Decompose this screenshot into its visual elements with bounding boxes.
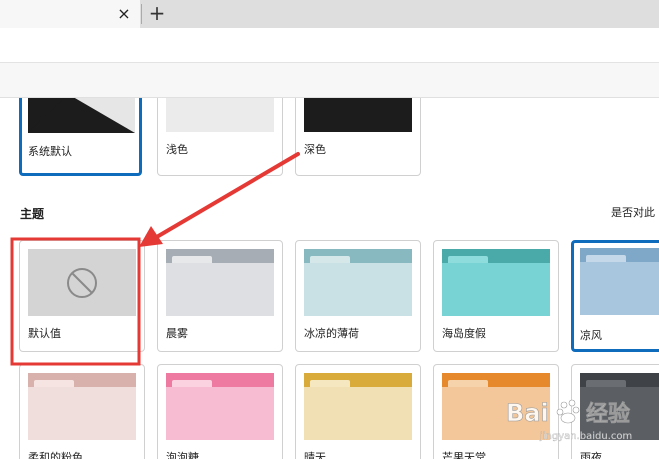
tab-separator <box>141 4 142 24</box>
appearance-card-dark[interactable]: 深色 <box>295 98 421 176</box>
theme-folder-preview <box>580 248 659 315</box>
theme-folder-preview <box>28 373 136 440</box>
appearance-label: 深色 <box>304 143 326 156</box>
theme-default-preview <box>28 249 136 316</box>
theme-label: 海岛度假 <box>442 327 486 340</box>
appearance-card-light[interactable]: 浅色 <box>157 98 283 176</box>
tab-strip: × + <box>0 0 659 28</box>
no-theme-icon <box>67 268 97 298</box>
theme-card-4[interactable]: 凉风 <box>571 240 659 352</box>
appearance-label: 浅色 <box>166 143 188 156</box>
theme-label: 泡泡糖 <box>166 451 199 459</box>
theme-card-7[interactable]: 晴天 <box>295 364 421 459</box>
theme-label: 凉风 <box>580 329 602 342</box>
address-toolbar[interactable] <box>0 28 659 63</box>
diagonal-split-shape <box>28 98 135 133</box>
light-preview <box>166 98 274 132</box>
theme-card-2[interactable]: 冰凉的薄荷 <box>295 240 421 352</box>
appearance-card-system-default[interactable]: 系统默认 <box>19 98 142 176</box>
theme-label: 柔和的粉色 <box>28 451 83 459</box>
theme-label: 芒果天堂 <box>442 451 486 459</box>
theme-label: 雨夜 <box>580 451 602 459</box>
tab-close-icon[interactable]: × <box>114 4 134 24</box>
folder-icon <box>442 249 550 316</box>
theme-label: 晨雾 <box>166 327 188 340</box>
bookmarks-bar <box>0 63 659 98</box>
active-tab[interactable]: × <box>0 0 140 28</box>
theme-card-5[interactable]: 柔和的粉色 <box>19 364 145 459</box>
theme-card-6[interactable]: 泡泡糖 <box>157 364 283 459</box>
folder-icon <box>580 248 659 315</box>
theme-sync-question: 是否对此 <box>611 206 655 219</box>
folder-icon <box>166 249 274 316</box>
theme-section-title: 主题 <box>20 207 45 221</box>
theme-card-0[interactable]: 默认值 <box>19 240 145 352</box>
watermark-brand-left: Bai <box>506 399 549 427</box>
folder-icon <box>28 373 136 440</box>
paw-logo-icon <box>556 399 580 424</box>
theme-card-3[interactable]: 海岛度假 <box>433 240 559 352</box>
browser-window: × + 系统默认 浅色 深色 主题 是否对此 默认值 晨雾 冰凉的薄荷 海岛度假… <box>0 0 659 459</box>
folder-icon <box>304 373 412 440</box>
system-default-preview <box>28 98 135 133</box>
theme-folder-preview <box>166 249 274 316</box>
folder-icon <box>166 373 274 440</box>
baidu-jingyan-watermark: Bai 经验 jingyan.baidu.com <box>506 399 632 442</box>
theme-folder-preview <box>304 249 412 316</box>
theme-label: 冰凉的薄荷 <box>304 327 359 340</box>
new-tab-icon[interactable]: + <box>146 3 168 25</box>
theme-folder-preview <box>166 373 274 440</box>
watermark-brand-right: 经验 <box>586 401 630 427</box>
theme-label: 晴天 <box>304 451 326 459</box>
watermark-url: jingyan.baidu.com <box>539 431 632 442</box>
dark-preview <box>304 98 412 132</box>
theme-label: 默认值 <box>28 327 61 340</box>
folder-icon <box>304 249 412 316</box>
appearance-label: 系统默认 <box>28 145 72 158</box>
theme-card-1[interactable]: 晨雾 <box>157 240 283 352</box>
theme-folder-preview <box>304 373 412 440</box>
theme-folder-preview <box>442 249 550 316</box>
